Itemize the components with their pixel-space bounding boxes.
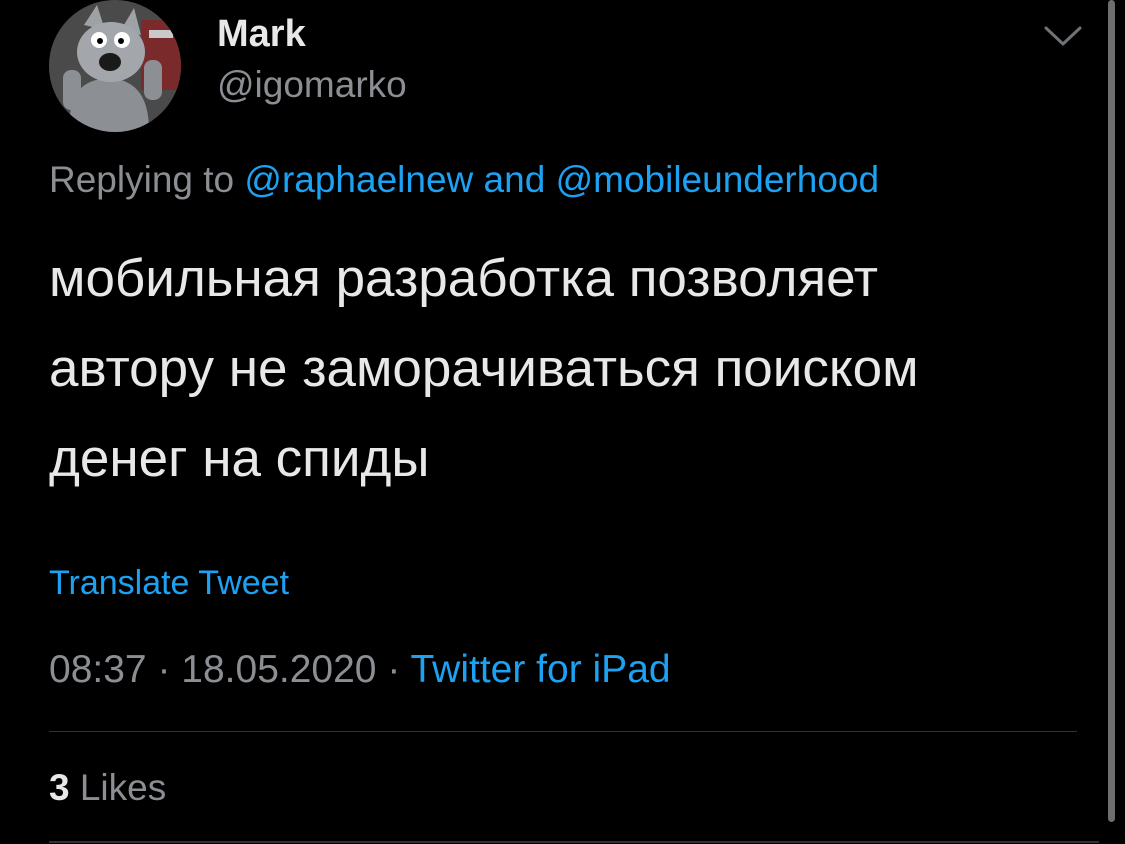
meta-separator: · (157, 648, 171, 691)
tweet-text: мобильная разработка позволяет автору не… (49, 234, 1089, 504)
tweet-line: мобильная разработка позволяет (49, 249, 879, 308)
cartoon-wolf-avatar-icon (49, 0, 181, 132)
likes-stat[interactable]: 3 Likes (49, 765, 166, 811)
scrollbar[interactable] (1108, 0, 1115, 822)
tweet-source-link[interactable]: Twitter for iPad (410, 648, 670, 691)
meta-separator: · (387, 648, 401, 691)
reply-context: Replying to @raphaelnew and @mobileunder… (49, 157, 879, 203)
translate-tweet-link[interactable]: Translate Tweet (49, 561, 289, 605)
tweet-date: 18.05.2020 (181, 648, 377, 691)
author-name[interactable]: Mark (217, 12, 306, 56)
tweet-time: 08:37 (49, 648, 147, 691)
likes-count: 3 (49, 767, 70, 808)
divider (49, 731, 1077, 732)
tweet-line: автору не заморачиваться поиском (49, 339, 919, 398)
reply-prefix: Replying to (49, 159, 235, 200)
author-handle[interactable]: @igomarko (217, 63, 407, 107)
chevron-down-icon[interactable] (1042, 20, 1084, 50)
mention-link[interactable]: @mobileunderhood (556, 159, 880, 200)
reply-conjunction[interactable]: and (484, 159, 546, 200)
avatar[interactable] (49, 0, 181, 132)
likes-label: Likes (79, 767, 167, 808)
tweet-meta: 08:37 · 18.05.2020 · Twitter for iPad (49, 645, 671, 695)
divider (49, 841, 1099, 843)
tweet-line: денег на спиды (49, 429, 430, 488)
mention-link[interactable]: @raphaelnew (244, 159, 473, 200)
